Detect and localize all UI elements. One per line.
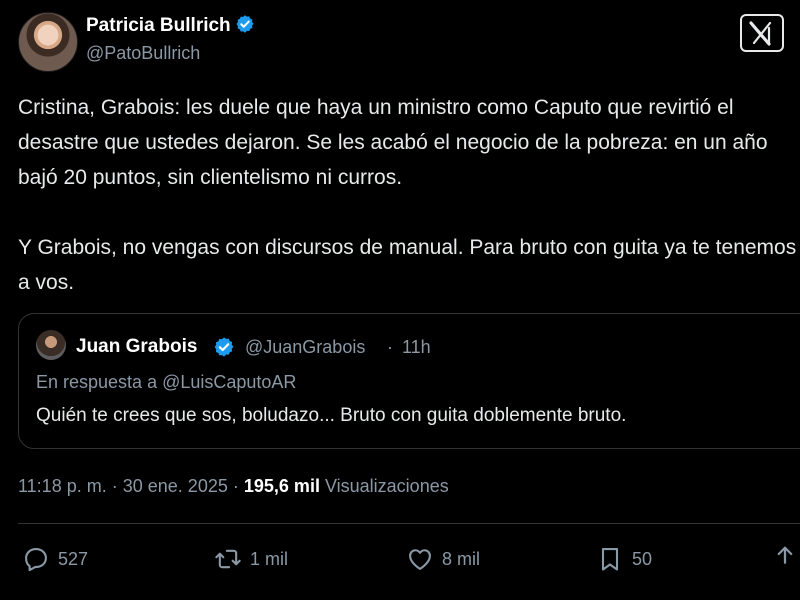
repost-count: 1 mil	[250, 548, 289, 569]
quoted-verified-badge-icon	[214, 337, 234, 357]
bookmark-icon	[601, 548, 619, 571]
meta-separator-1: ·	[111, 476, 118, 496]
tweet-text: Cristina, Grabois: les duele que haya un…	[18, 90, 798, 300]
author-handle[interactable]: @PatoBullrich	[86, 43, 200, 64]
quoted-reply-context[interactable]: En respuesta a @LuisCaputoAR	[36, 372, 296, 393]
x-logo-icon[interactable]	[740, 14, 784, 52]
divider	[18, 523, 800, 524]
author-name-row[interactable]: Patricia Bullrich	[86, 14, 255, 37]
reply-button[interactable]: 527	[22, 544, 88, 574]
meta-separator-2: ·	[232, 476, 239, 496]
reply-icon	[25, 548, 47, 572]
author-avatar[interactable]	[18, 12, 78, 72]
like-count: 8 mil	[442, 548, 481, 569]
like-icon	[409, 549, 431, 570]
tweet-meta: 11:18 p. m. · 30 ene. 2025 · 195,6 mil V…	[18, 476, 449, 497]
quoted-author-handle[interactable]: @JuanGrabois	[245, 337, 365, 358]
quoted-tweet-text: Quién te crees que sos, boludazo... Brut…	[36, 405, 627, 426]
quoted-author-name[interactable]: Juan Grabois	[76, 336, 197, 358]
views-count: 195,6 mil	[243, 476, 320, 496]
like-button[interactable]: 8 mil	[406, 544, 480, 574]
author-name[interactable]: Patricia Bullrich	[86, 15, 231, 36]
share-icon[interactable]	[770, 544, 800, 574]
reply-count: 527	[58, 548, 89, 569]
quoted-timestamp[interactable]: 11h	[402, 337, 431, 358]
tweet-paragraph-1: Cristina, Grabois: les duele que haya un…	[18, 96, 768, 189]
verified-badge-icon	[236, 15, 254, 33]
bookmark-count: 50	[632, 548, 653, 569]
tweet-date[interactable]: 30 ene. 2025	[123, 476, 228, 496]
tweet-time[interactable]: 11:18 p. m.	[18, 476, 107, 496]
quoted-author-avatar[interactable]	[36, 330, 66, 360]
views-label: Visualizaciones	[324, 476, 449, 496]
bookmark-button[interactable]: 50	[596, 544, 652, 574]
tweet-paragraph-2: Y Grabois, no vengas con discursos de ma…	[18, 236, 797, 294]
repost-button[interactable]: 1 mil	[214, 544, 288, 574]
quoted-separator: ·	[387, 337, 393, 357]
repost-icon	[215, 549, 241, 569]
